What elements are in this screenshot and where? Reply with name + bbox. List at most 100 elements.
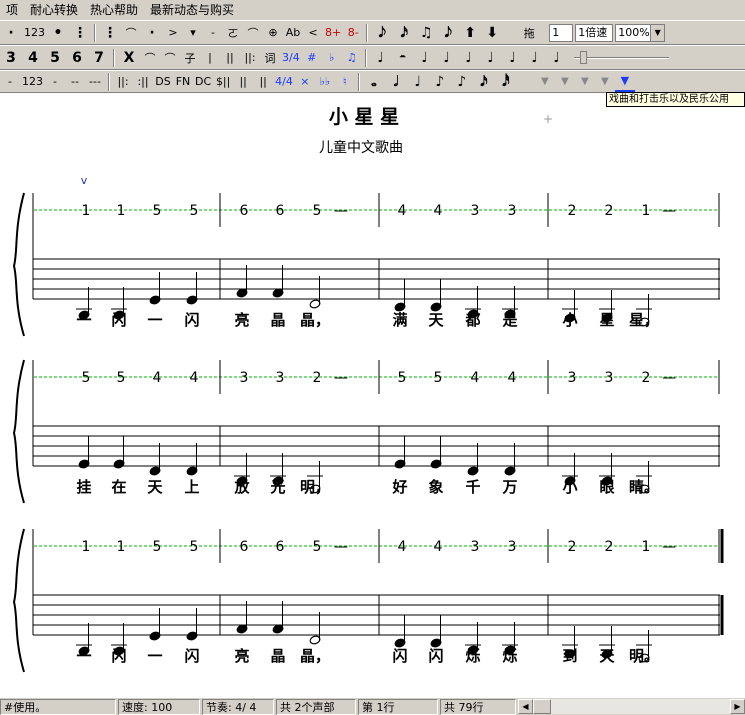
menu-item-news-purchase[interactable]: 最新动态与购买 [144,0,240,20]
repeat-start-button[interactable]: ||: [240,48,260,68]
stem-up-button[interactable]: ♩ [436,48,458,68]
slur-button[interactable]: ⌒ [140,48,160,68]
vertical-dots-button[interactable]: ⋮ [99,23,121,43]
speed-input[interactable]: 1 [549,23,574,42]
note-variant-b-button[interactable]: ♩ [480,48,502,68]
dropdown-arrow-icon[interactable]: ▼ [614,72,635,92]
note-variant-c-button[interactable]: ♩ [502,48,524,68]
dal-segno-button[interactable]: DS [153,72,173,92]
sharp-button[interactable]: # [302,48,322,68]
segno-barline-button[interactable]: $|| [213,72,233,92]
coda-button[interactable]: ⊕ [263,23,283,43]
dash-double-button[interactable]: -- [65,72,85,92]
end-repeat-button[interactable]: || [253,72,273,92]
double-flat-button[interactable]: ♭♭ [315,72,335,92]
beamed-notes-button[interactable]: ♫ [415,23,437,43]
natural-button[interactable]: ♮ [335,72,355,92]
scroll-track[interactable] [551,699,730,714]
dropdown-arrow-icon[interactable]: ▼ [535,72,555,92]
triplet-button[interactable]: 123 [20,72,45,92]
note-3-button[interactable]: 3 [0,48,22,68]
grace-note-button[interactable]: 子 [180,48,200,68]
sixteenth-button[interactable]: 𝅘𝅥𝅯 [393,23,415,43]
jianpu-note: 3 [568,370,577,386]
eighth-note-button[interactable]: 𝅘𝅥𝅮 [437,23,459,43]
scroll-thumb[interactable] [533,699,551,714]
double-sharp-button[interactable]: × [295,72,315,92]
eighth-note-value-button[interactable]: ♪ [429,72,451,92]
tie-button[interactable]: ⌒ [243,23,263,43]
tenuto-button[interactable]: - [203,23,223,43]
note-variant-a-button[interactable]: ♩ [458,48,480,68]
accent-button[interactable]: > [163,23,183,43]
staccato-button[interactable]: · [141,23,163,43]
note-7-button[interactable]: 7 [88,48,110,68]
menu-item-help[interactable]: 热心帮助 [84,0,144,20]
rest-button[interactable]: 𝄼 [392,48,414,68]
octave-up-button[interactable]: 8+ [323,23,343,43]
slur-long-button[interactable]: ⌒ [160,48,180,68]
fermata-button[interactable]: ⌒ [121,23,141,43]
note-variant-d-button[interactable]: ♩ [524,48,546,68]
dropdown-arrow-icon[interactable]: ▼ [555,72,575,92]
note-6-button[interactable]: 6 [66,48,88,68]
cursor-crosshair-icon: + [543,112,553,126]
flat-button[interactable]: ♭ [322,48,342,68]
repeat-end-button[interactable]: :|| [133,72,153,92]
octave-down-button[interactable]: 8- [343,23,363,43]
eighth-note-alt-button[interactable]: ♪ [451,72,473,92]
dot-above-button[interactable]: • [47,23,69,43]
time-signature-4-4-button[interactable]: 4/4 [273,72,295,92]
system-brace [12,192,25,337]
score-title: 小 星 星 [329,106,399,128]
dot-button[interactable]: · [0,23,22,43]
dash-triple-button[interactable]: --- [85,72,105,92]
mordent-button[interactable]: ㄛ [223,23,243,43]
dropdown-arrow-icon[interactable]: ▼ [650,24,665,41]
marcato-button[interactable]: ▾ [183,23,203,43]
sixteenth-note-value-button[interactable]: 𝅘𝅥𝅯 [473,72,495,92]
quarter-note-value-button[interactable]: ♩ [407,72,429,92]
fine-button[interactable]: FN [173,72,193,92]
whole-note-button[interactable]: 𝅝 [363,72,385,92]
scroll-left-icon[interactable]: ◀ [518,699,533,714]
menu-item-convert[interactable]: 耐心转换 [24,0,84,20]
horizontal-scrollbar[interactable]: ◀ ▶ [518,699,745,714]
dash-short-button[interactable]: - [45,72,65,92]
stem-down-button[interactable]: ♩ [414,48,436,68]
repeat-begin-button[interactable]: ||: [113,72,133,92]
menu-item-view[interactable]: 项 [0,0,24,20]
zoom-select[interactable]: 100% ▼ [615,23,666,42]
slider-thumb[interactable] [579,50,587,64]
up-arrow-icon[interactable]: ⬆ [459,23,481,43]
volume-slider[interactable] [573,50,669,65]
double-barline-button[interactable]: || [220,48,240,68]
crescendo-button[interactable]: < [303,23,323,43]
beam-button[interactable]: ♫ [342,48,362,68]
double-dot-button[interactable]: ⋮ [69,23,91,43]
barline-button[interactable]: | [200,48,220,68]
toolbar-separator [357,72,360,91]
da-capo-button[interactable]: DC [193,72,213,92]
note-5-button[interactable]: 5 [44,48,66,68]
note-variant-e-button[interactable]: ♩ [546,48,568,68]
final-barline-button[interactable]: || [233,72,253,92]
lyrics-ab-button[interactable]: Ab [283,23,303,43]
quarter-note-button[interactable]: ♩ [370,48,392,68]
cross-note-button[interactable]: X [118,48,140,68]
note-4-button[interactable]: 4 [22,48,44,68]
dash-button[interactable]: - [0,72,20,92]
score-canvas[interactable]: 小 星 星 + 儿童中文歌曲 v 1 1 5 5 6 6 5—4 4 3 3 2 2 1— 一闪一闪亮晶晶… [0,93,745,697]
lyrics-button[interactable]: 词 [260,48,280,68]
numbered-triplet-button[interactable]: 123 [22,23,47,43]
lyric-character: 是 [501,311,518,329]
eighth-rest-button[interactable]: 𝅘𝅥𝅮 [371,23,393,43]
scroll-right-icon[interactable]: ▶ [730,699,745,714]
thirty-second-note-button[interactable]: 𝅘𝅥𝅰 [495,72,517,92]
dropdown-arrow-icon[interactable]: ▼ [575,72,595,92]
dropdown-arrow-icon[interactable]: ▼ [595,72,615,92]
down-arrow-icon[interactable]: ⬇ [481,23,503,43]
half-note-button[interactable]: 𝅗𝅥 [385,72,407,92]
time-signature-3-4-button[interactable]: 3/4 [280,48,302,68]
speed-multiplier-field[interactable]: 1倍速 [575,23,614,42]
